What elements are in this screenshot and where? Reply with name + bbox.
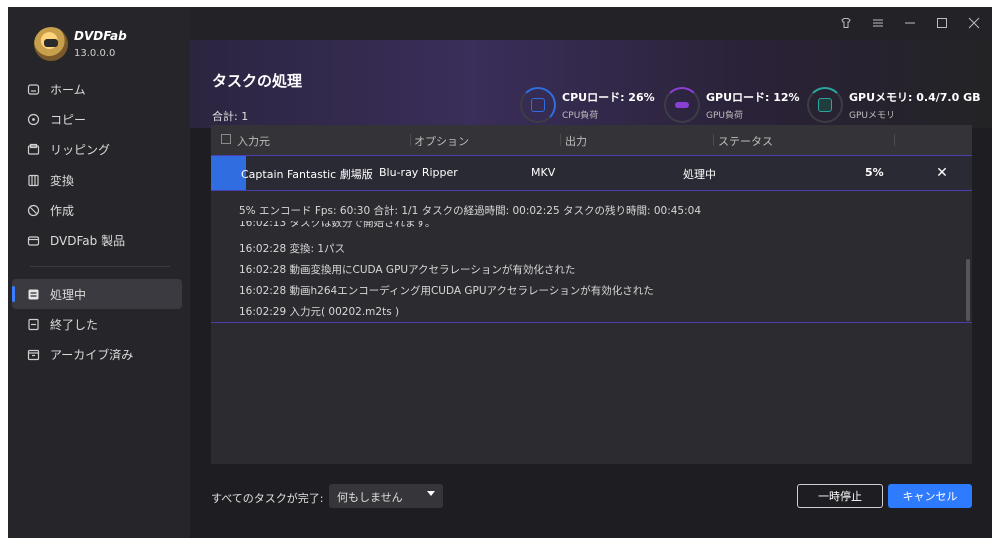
sidebar-item-copy[interactable]: コピー — [12, 104, 182, 134]
pause-button[interactable]: 一時停止 — [797, 484, 883, 508]
sidebar: DVDFab 13.0.0.0 ホーム コピー リッピング 変換 作成 DVDF… — [8, 7, 190, 538]
log-line: 16:02:28 変換: 1パス — [239, 243, 346, 255]
title-bar — [190, 7, 992, 40]
sidebar-item-label: アーカイブ済み — [50, 347, 134, 362]
cpu-load-stat: CPUロード: 26% CPU負荷 — [520, 87, 655, 123]
remove-task-icon[interactable]: ✕ — [933, 164, 951, 182]
sidebar-item-products[interactable]: DVDFab 製品 — [12, 225, 182, 255]
gpu-memory-gauge-icon — [807, 87, 843, 123]
menu-icon[interactable] — [870, 15, 886, 31]
cpu-gauge-icon — [520, 87, 556, 123]
creator-icon — [26, 203, 40, 217]
log-line: 16:02:29 入力元( 00202.m2ts ) — [239, 306, 400, 318]
close-icon[interactable] — [966, 15, 982, 31]
gpu-load-stat: GPUロード: 12% GPU負荷 — [664, 87, 800, 123]
dvdfab-logo-icon — [34, 27, 68, 61]
task-option: Blu-ray Ripper — [379, 166, 458, 179]
column-source: 入力元 — [237, 135, 270, 148]
cpu-load-value: CPUロード: 26% — [562, 91, 655, 104]
finished-icon — [26, 317, 40, 331]
log-line: 16:02:28 動画h264エンコーディング用CUDA GPUアクセラレーショ… — [239, 285, 654, 297]
convert-icon — [26, 173, 40, 187]
gpu-memory-stat: GPUメモリ: 0.4/7.0 GB GPUメモリ — [807, 87, 980, 123]
task-log: 5% エンコード Fps: 60:30 合計: 1/1 タスクの経過時間: 00… — [211, 191, 972, 323]
task-output: MKV — [531, 166, 556, 179]
sidebar-item-finished[interactable]: 終了した — [12, 309, 182, 339]
skin-icon[interactable] — [838, 15, 854, 31]
sidebar-item-label: リッピング — [50, 142, 111, 157]
home-icon — [26, 82, 40, 96]
log-scrollbar[interactable] — [966, 259, 970, 321]
gpu-load-label: GPU負荷 — [706, 111, 743, 121]
minimize-icon[interactable] — [902, 15, 918, 31]
maximize-icon[interactable] — [934, 15, 950, 31]
after-complete-label: すべてのタスクが完了: — [211, 492, 324, 505]
sidebar-item-label: 終了した — [50, 317, 99, 332]
table-row[interactable]: Captain Fantastic 劇場版 Blu-ray Ripper MKV… — [211, 155, 972, 191]
sidebar-item-creator[interactable]: 作成 — [12, 195, 182, 225]
chevron-down-icon — [427, 491, 435, 496]
log-summary: 5% エンコード Fps: 60:30 合計: 1/1 タスクの経過時間: 00… — [239, 205, 701, 217]
sidebar-item-label: 作成 — [50, 203, 75, 218]
after-complete-select[interactable]: 何もしません — [329, 484, 443, 508]
sidebar-item-label: コピー — [50, 112, 87, 127]
sidebar-item-archived[interactable]: アーカイブ済み — [12, 339, 182, 369]
sidebar-item-home[interactable]: ホーム — [12, 74, 182, 104]
task-source: Captain Fantastic 劇場版 — [241, 168, 373, 181]
products-icon — [26, 233, 40, 247]
task-table-header: 入力元 オプション 出力 ステータス — [211, 125, 972, 155]
after-complete-value: 何もしません — [337, 491, 403, 504]
cancel-button[interactable]: キャンセル — [888, 484, 972, 508]
app-version: 13.0.0.0 — [74, 48, 116, 59]
copy-icon — [26, 112, 40, 126]
sidebar-item-processing[interactable]: 処理中 — [12, 279, 182, 309]
log-line: 16:02:13 タスクは数分で開始されます。 — [239, 221, 436, 229]
brand-name: DVDFab — [74, 29, 127, 43]
log-line: 16:02:28 動画変換用にCUDA GPUアクセラレーションが有効化された — [239, 264, 576, 276]
gpu-memory-label: GPUメモリ — [849, 111, 895, 121]
task-total: 合計: 1 — [212, 110, 249, 123]
gpu-load-value: GPUロード: 12% — [706, 91, 800, 104]
column-option: オプション — [414, 135, 469, 148]
task-header: タスクの処理 合計: 1 CPUロード: 26% CPU負荷 GPUロード: 1… — [190, 40, 992, 128]
gpu-memory-value: GPUメモリ: 0.4/7.0 GB — [849, 91, 981, 104]
sidebar-divider — [30, 266, 170, 267]
sidebar-item-label: 変換 — [50, 173, 75, 188]
sidebar-item-label: 処理中 — [50, 287, 87, 302]
task-list-empty-area — [211, 323, 972, 464]
task-status: 処理中 — [683, 168, 716, 181]
sidebar-item-label: DVDFab 製品 — [50, 233, 126, 248]
column-output: 出力 — [565, 135, 587, 148]
sidebar-item-ripper[interactable]: リッピング — [12, 134, 182, 164]
page-title: タスクの処理 — [212, 72, 303, 90]
sidebar-item-converter[interactable]: 変換 — [12, 165, 182, 195]
select-all-checkbox[interactable] — [221, 134, 231, 144]
processing-icon — [26, 287, 40, 301]
archive-icon — [26, 347, 40, 361]
cpu-load-label: CPU負荷 — [562, 111, 599, 121]
task-progress: 5% — [865, 166, 884, 179]
column-status: ステータス — [718, 135, 773, 148]
ripper-icon — [26, 142, 40, 156]
gpu-gauge-icon — [664, 87, 700, 123]
app-window: DVDFab 13.0.0.0 ホーム コピー リッピング 変換 作成 DVDF… — [8, 7, 992, 538]
sidebar-item-label: ホーム — [50, 82, 86, 97]
